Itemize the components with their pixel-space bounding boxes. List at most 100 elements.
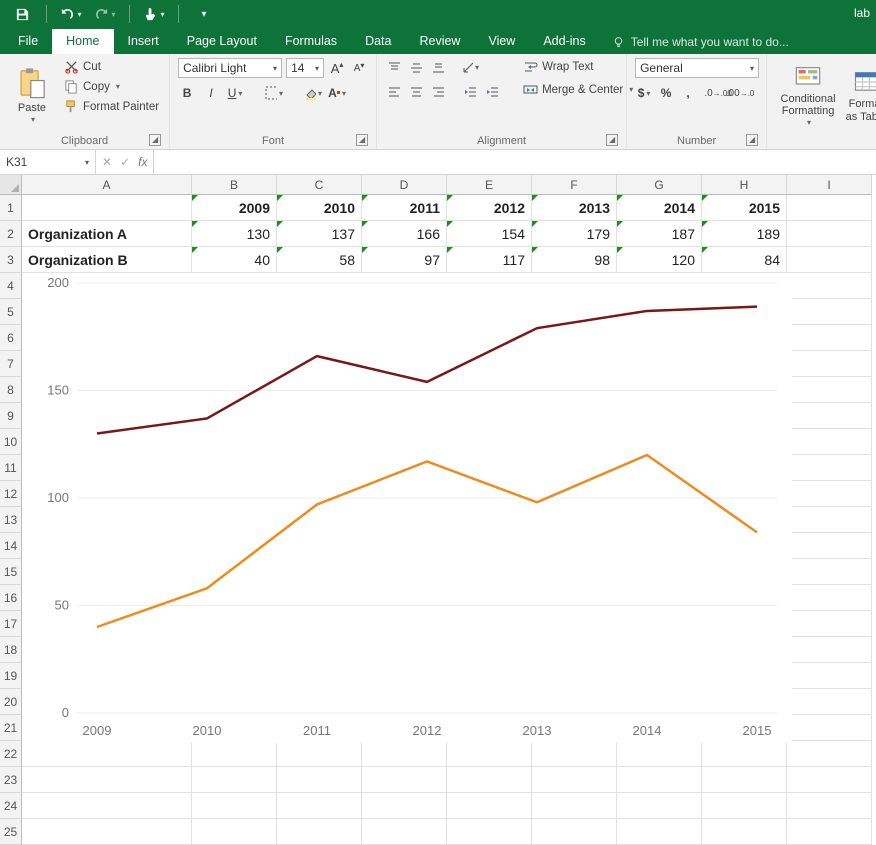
cell[interactable] [787,819,872,845]
cell[interactable] [702,819,787,845]
cell[interactable] [787,403,872,429]
cell[interactable] [787,507,872,533]
cell[interactable]: 130 [192,221,277,247]
col-header[interactable]: C [277,175,362,195]
cell[interactable] [787,559,872,585]
tab-view[interactable]: View [474,29,529,54]
row-header[interactable]: 14 [0,533,22,559]
col-header[interactable]: H [702,175,787,195]
cell[interactable] [702,741,787,767]
cell[interactable] [192,741,277,767]
cell[interactable]: Organization A [22,221,192,247]
cell[interactable]: 187 [617,221,702,247]
cell[interactable] [277,767,362,793]
cell[interactable] [447,741,532,767]
row-header[interactable]: 20 [0,689,22,715]
cell[interactable] [617,793,702,819]
cell[interactable] [787,611,872,637]
row-header[interactable]: 16 [0,585,22,611]
underline-button[interactable]: U▾ [226,84,244,102]
cell[interactable] [787,481,872,507]
cell[interactable] [787,689,872,715]
row-header[interactable]: 19 [0,663,22,689]
worksheet[interactable]: ABCDEFGHI1234567891011121314151617181920… [0,175,876,845]
cell[interactable] [192,819,277,845]
row-header[interactable]: 7 [0,351,22,377]
row-header[interactable]: 2 [0,221,22,247]
cell[interactable] [22,793,192,819]
cell[interactable] [447,793,532,819]
row-header[interactable]: 3 [0,247,22,273]
decrease-indent-button[interactable] [461,82,479,100]
cell[interactable]: 98 [532,247,617,273]
cell[interactable] [22,819,192,845]
align-right-button[interactable] [429,82,447,100]
row-header[interactable]: 18 [0,637,22,663]
borders-button[interactable]: ▾ [265,84,283,102]
select-all-corner[interactable] [0,175,22,195]
bold-button[interactable]: B [178,84,196,102]
cell[interactable] [787,299,872,325]
increase-font-button[interactable]: A▴ [328,59,346,77]
col-header[interactable]: F [532,175,617,195]
cell[interactable] [192,767,277,793]
row-header[interactable]: 24 [0,793,22,819]
cell[interactable] [362,793,447,819]
tab-page-layout[interactable]: Page Layout [173,29,271,54]
row-header[interactable]: 17 [0,611,22,637]
comma-format-button[interactable]: , [679,84,697,102]
col-header[interactable]: E [447,175,532,195]
increase-indent-button[interactable] [483,82,501,100]
cell[interactable] [22,741,192,767]
font-size-combo[interactable]: 14▾ [286,58,324,78]
wrap-text-button[interactable]: Wrap Text [521,58,635,75]
cell[interactable]: 120 [617,247,702,273]
cell[interactable] [617,819,702,845]
cell[interactable] [617,741,702,767]
qat-customize-button[interactable]: ▾ [189,0,217,28]
formula-input[interactable] [154,150,876,174]
fill-color-button[interactable]: ▾ [304,84,322,102]
cell[interactable] [617,767,702,793]
cell[interactable] [702,767,787,793]
merge-center-button[interactable]: Merge & Center▾ [521,81,635,98]
cell[interactable]: 189 [702,221,787,247]
tab-file[interactable]: File [4,29,52,54]
cell[interactable]: 2013 [532,195,617,221]
cell[interactable]: 2009 [192,195,277,221]
cell[interactable] [787,351,872,377]
save-button[interactable] [8,0,36,28]
decrease-decimal-button[interactable]: .00→.0 [731,84,749,102]
paste-button[interactable]: Paste▾ [8,58,56,133]
row-header[interactable]: 5 [0,299,22,325]
conditional-formatting-button[interactable]: Conditional Formatting▾ [775,58,841,133]
format-as-table-button[interactable]: Format as Table [843,58,876,133]
cell[interactable] [787,585,872,611]
increase-decimal-button[interactable]: .0→.00 [709,84,727,102]
line-chart[interactable]: 0501001502002009201020112012201320142015 [22,273,792,743]
number-dialog-launcher[interactable]: ◢ [746,134,758,146]
cancel-formula-icon[interactable]: ✕ [102,155,112,169]
cell[interactable]: 179 [532,221,617,247]
row-header[interactable]: 13 [0,507,22,533]
undo-button[interactable]: ▾ [57,0,85,28]
name-box[interactable]: K31▾ [0,150,96,174]
cell[interactable] [787,533,872,559]
align-top-button[interactable] [385,58,403,76]
row-header[interactable]: 22 [0,741,22,767]
tab-formulas[interactable]: Formulas [271,29,351,54]
cell[interactable]: 2010 [277,195,362,221]
col-header[interactable]: D [362,175,447,195]
tab-data[interactable]: Data [351,29,405,54]
font-dialog-launcher[interactable]: ◢ [356,134,368,146]
align-center-button[interactable] [407,82,425,100]
row-header[interactable]: 15 [0,559,22,585]
cell[interactable]: 166 [362,221,447,247]
alignment-dialog-launcher[interactable]: ◢ [606,134,618,146]
row-header[interactable]: 4 [0,273,22,299]
cell[interactable] [787,793,872,819]
row-header[interactable]: 11 [0,455,22,481]
cell[interactable]: 40 [192,247,277,273]
row-header[interactable]: 12 [0,481,22,507]
tab-addins[interactable]: Add-ins [529,29,599,54]
